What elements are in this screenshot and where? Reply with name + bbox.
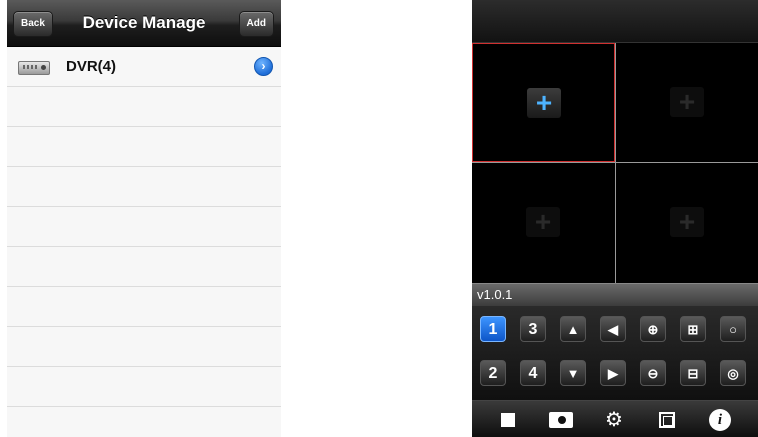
list-item: [7, 287, 281, 327]
stop-button[interactable]: [494, 406, 522, 434]
iris-close-icon[interactable]: ◎: [720, 360, 746, 386]
snapshot-button[interactable]: [547, 406, 575, 434]
top-bar: [472, 0, 758, 43]
zoom-in-icon[interactable]: ⊕: [640, 316, 666, 342]
version-label: v1.0.1: [477, 287, 513, 302]
chevron-right-circle-icon[interactable]: ›: [254, 57, 273, 76]
add-button[interactable]: Add: [238, 11, 274, 37]
channel-4-button[interactable]: 4: [520, 360, 546, 386]
device-list: DVR(4) ›: [7, 47, 281, 437]
camera-icon: [549, 412, 573, 428]
stop-icon: [501, 413, 515, 427]
video-cell-3[interactable]: +: [472, 163, 614, 281]
add-camera-plus-icon[interactable]: +: [670, 87, 704, 117]
layout-button[interactable]: [653, 406, 681, 434]
list-item: [7, 167, 281, 207]
list-item: [7, 247, 281, 287]
list-item: [7, 327, 281, 367]
live-view-screen: + + + + v1.0.1 1 3 ▲ ◀ ⊕ ⊞ ○ 2 4 ▼ ▶ ⊖ ⊟…: [472, 0, 758, 437]
device-name: DVR(4): [66, 58, 117, 75]
video-cell-2[interactable]: +: [616, 43, 758, 161]
grid-divider: [472, 162, 758, 163]
version-bar: v1.0.1: [472, 283, 758, 306]
navigation-bar: Back Device Manage Add: [7, 0, 281, 47]
add-camera-plus-icon[interactable]: +: [527, 88, 561, 118]
list-item: [7, 127, 281, 167]
info-button[interactable]: i: [706, 406, 734, 434]
ptz-control-panel: 1 3 ▲ ◀ ⊕ ⊞ ○ 2 4 ▼ ▶ ⊖ ⊟ ◎: [472, 306, 758, 400]
info-icon: i: [709, 409, 731, 431]
list-item: [7, 207, 281, 247]
video-grid: + + + +: [472, 43, 758, 283]
zoom-out-icon[interactable]: ⊖: [640, 360, 666, 386]
layout-icon: [659, 412, 675, 428]
channel-3-button[interactable]: 3: [520, 316, 546, 342]
list-item: [7, 87, 281, 127]
add-camera-plus-icon[interactable]: +: [526, 207, 560, 237]
dvr-device-icon: [18, 61, 50, 75]
pan-down-icon[interactable]: ▼: [560, 360, 586, 386]
grid-divider: [615, 43, 616, 283]
gear-icon: ⚙: [605, 409, 623, 431]
video-cell-4[interactable]: +: [616, 163, 758, 281]
list-item: [7, 407, 281, 437]
focus-expand-icon[interactable]: ⊞: [680, 316, 706, 342]
channel-2-button[interactable]: 2: [480, 360, 506, 386]
settings-button[interactable]: ⚙: [600, 406, 628, 434]
focus-collapse-icon[interactable]: ⊟: [680, 360, 706, 386]
device-row-dvr[interactable]: DVR(4) ›: [7, 47, 281, 87]
pan-left-icon[interactable]: ◀: [600, 316, 626, 342]
list-item: [7, 367, 281, 407]
channel-1-button[interactable]: 1: [480, 316, 506, 342]
bottom-toolbar: ⚙ i: [472, 400, 758, 437]
pan-up-icon[interactable]: ▲: [560, 316, 586, 342]
device-manage-screen: Back Device Manage Add DVR(4) ›: [7, 0, 281, 437]
video-cell-1[interactable]: +: [472, 43, 615, 162]
add-camera-plus-icon[interactable]: +: [670, 207, 704, 237]
pan-right-icon[interactable]: ▶: [600, 360, 626, 386]
iris-open-icon[interactable]: ○: [720, 316, 746, 342]
